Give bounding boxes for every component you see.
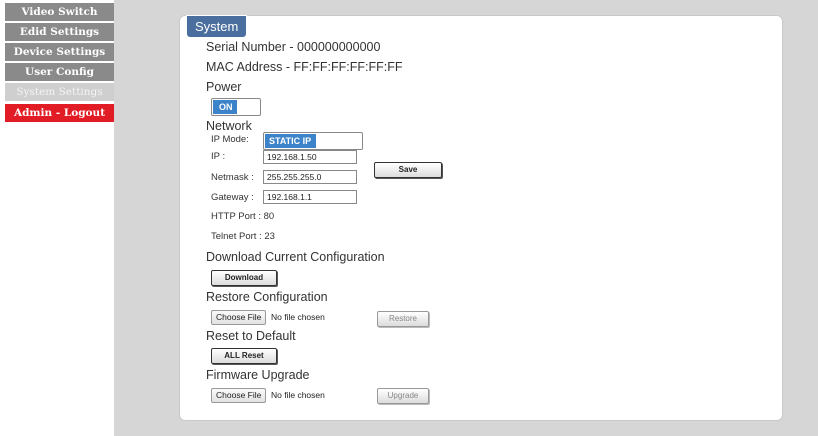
firmware-upgrade-label: Firmware Upgrade: [206, 368, 310, 382]
ip-mode-label: IP Mode:: [211, 134, 249, 145]
serial-number-value: 000000000000: [297, 40, 381, 54]
restore-choose-file-button[interactable]: Choose File: [211, 310, 267, 325]
ip-mode-toggle[interactable]: STATIC IP: [263, 132, 363, 150]
mac-address-label: MAC Address -: [206, 60, 294, 74]
upgrade-button[interactable]: Upgrade: [377, 388, 429, 404]
firmware-no-file-text: No file chosen: [271, 390, 325, 400]
netmask-label: Netmask :: [211, 172, 254, 183]
restore-no-file-text: No file chosen: [271, 312, 325, 322]
ip-mode-value: STATIC IP: [265, 134, 316, 148]
mac-address-value: FF:FF:FF:FF:FF:FF: [293, 60, 403, 74]
nav-system-settings[interactable]: System Settings: [5, 83, 114, 102]
restore-config-label: Restore Configuration: [206, 290, 328, 304]
serial-number-label: Serial Number -: [206, 40, 297, 54]
http-port-text: HTTP Port : 80: [211, 211, 275, 222]
gateway-input[interactable]: 192.168.1.1: [263, 190, 357, 204]
gateway-label: Gateway :: [211, 192, 254, 203]
nav-user-config[interactable]: User Config: [5, 63, 114, 82]
mac-address-row: MAC Address - FF:FF:FF:FF:FF:FF: [206, 60, 403, 74]
power-toggle-state: ON: [213, 100, 237, 114]
restore-button[interactable]: Restore: [377, 311, 429, 327]
nav-video-switch[interactable]: Video Switch: [5, 3, 114, 22]
ip-label: IP :: [211, 151, 226, 162]
reset-default-label: Reset to Default: [206, 329, 296, 343]
all-reset-button[interactable]: ALL Reset: [211, 348, 277, 364]
sidebar: Video Switch Edid Settings Device Settin…: [0, 0, 114, 436]
power-toggle[interactable]: ON: [211, 98, 261, 116]
telnet-port-text: Telnet Port : 23: [211, 231, 275, 242]
system-panel: System Serial Number - 000000000000 MAC …: [179, 15, 783, 421]
download-config-label: Download Current Configuration: [206, 250, 385, 264]
netmask-input[interactable]: 255.255.255.0: [263, 170, 357, 184]
power-label: Power: [206, 80, 242, 94]
download-button[interactable]: Download: [211, 270, 277, 286]
panel-title: System: [186, 15, 248, 38]
save-button[interactable]: Save: [374, 162, 442, 178]
nav-device-settings[interactable]: Device Settings: [5, 43, 114, 62]
nav-edid-settings[interactable]: Edid Settings: [5, 23, 114, 42]
serial-number-row: Serial Number - 000000000000: [206, 40, 380, 54]
nav-admin-logout[interactable]: Admin - Logout: [5, 104, 114, 123]
firmware-choose-file-button[interactable]: Choose File: [211, 388, 267, 403]
ip-input[interactable]: 192.168.1.50: [263, 150, 357, 164]
network-label: Network: [206, 119, 252, 133]
